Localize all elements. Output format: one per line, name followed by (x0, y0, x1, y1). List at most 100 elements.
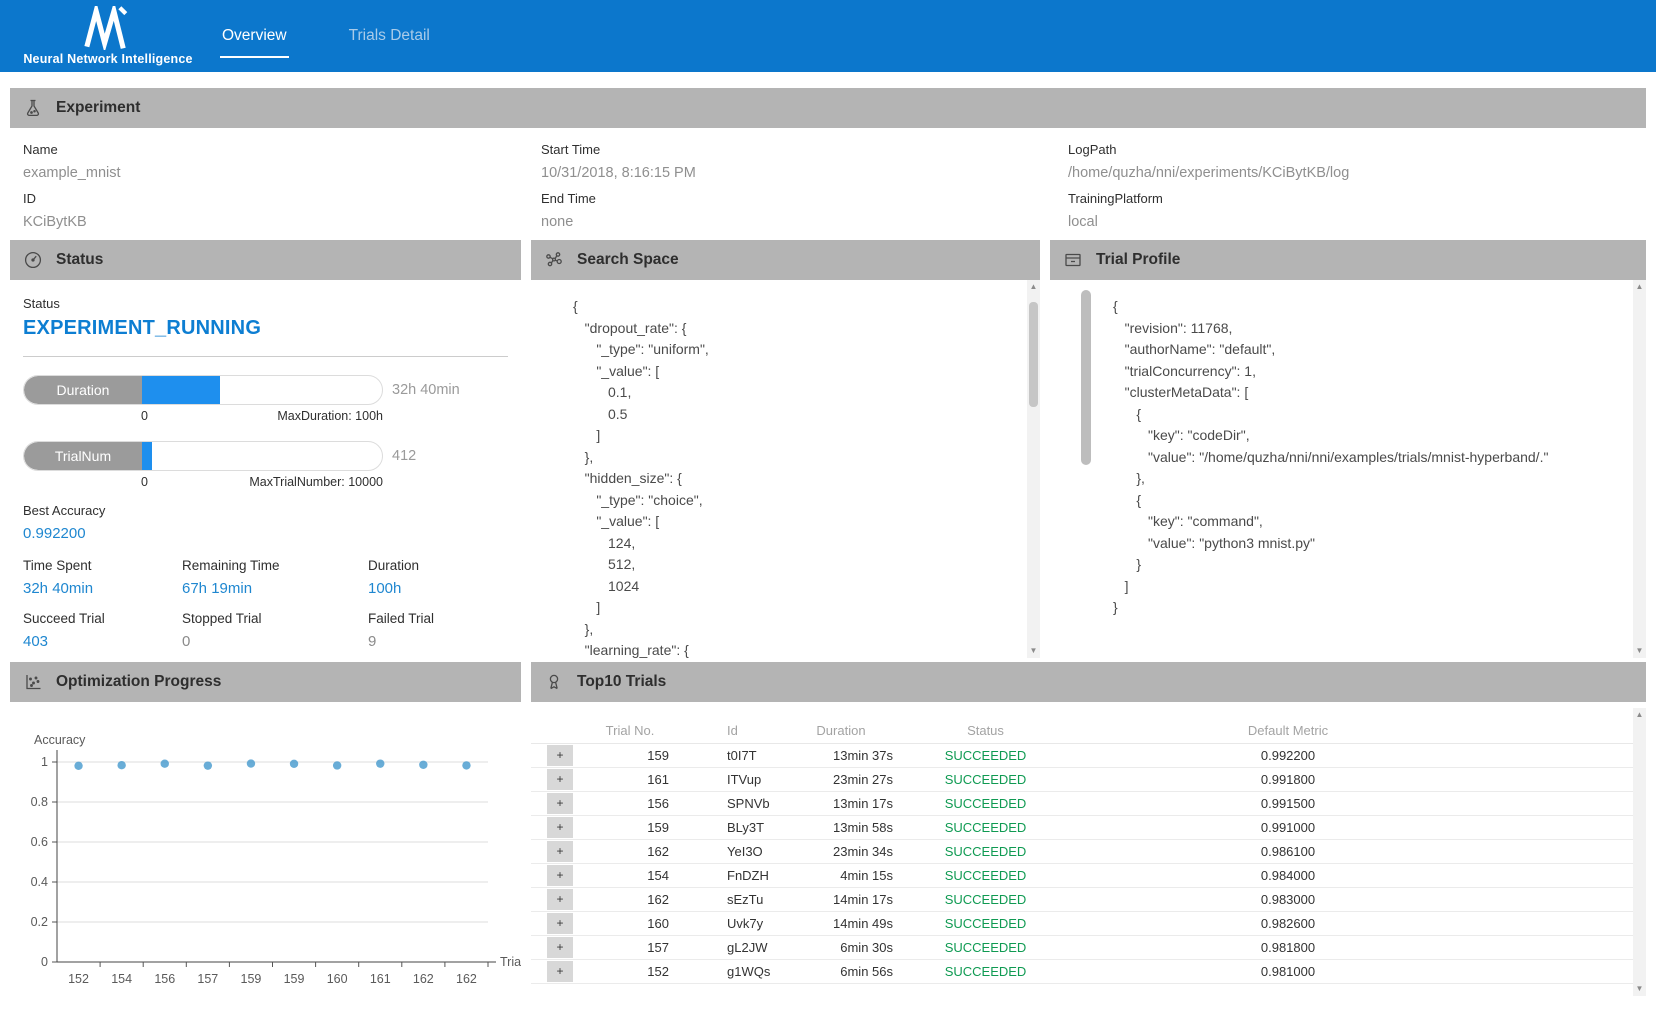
start-time-value: 10/31/2018, 8:16:15 PM (541, 165, 1068, 181)
cell-default-metric: 0.986100 (1078, 844, 1498, 859)
search-space-scroll-thumb[interactable] (1029, 302, 1038, 407)
svg-text:162: 162 (456, 972, 477, 986)
brand-subtitle: Neural Network Intelligence (23, 52, 192, 66)
expander-cell: + (531, 817, 591, 838)
top-nav: Neural Network Intelligence Overview Tri… (0, 0, 1656, 72)
archive-box-icon (1063, 250, 1083, 270)
tab-overview[interactable]: Overview (220, 23, 289, 49)
cell-status: SUCCEEDED (893, 964, 1078, 979)
svg-text:Accuracy: Accuracy (34, 733, 86, 747)
scroll-down-icon[interactable]: ▼ (1636, 985, 1644, 993)
cell-trial-no: 162 (591, 892, 669, 907)
cell-status: SUCCEEDED (893, 748, 1078, 763)
cell-status: SUCCEEDED (893, 868, 1078, 883)
svg-text:Trial: Trial (500, 955, 521, 969)
search-space-panel: Search Space { "dropout_rate": { "_type"… (531, 240, 1040, 658)
status-metric-label: Succeed Trial (23, 611, 182, 626)
expand-row-button[interactable]: + (547, 937, 573, 958)
top10-trials-body: Trial No. Id Duration Status Default Met… (531, 702, 1646, 1016)
cell-default-metric: 0.991800 (1078, 772, 1498, 787)
expand-row-button[interactable]: + (547, 961, 573, 982)
status-metric-label: Stopped Trial (182, 611, 368, 626)
scroll-down-icon[interactable]: ▼ (1636, 647, 1644, 655)
scroll-down-icon[interactable]: ▼ (1030, 647, 1038, 655)
optimization-chart: Accuracy00.20.40.60.81152154156157159159… (10, 702, 521, 1016)
col-duration: Duration (789, 723, 893, 738)
nni-logo-icon (72, 6, 144, 50)
expand-row-button[interactable]: + (547, 769, 573, 790)
cell-trial-no: 154 (591, 868, 669, 883)
trial-profile-body: { "revision": 11768, "authorName": "defa… (1050, 280, 1646, 658)
expand-row-button[interactable]: + (547, 793, 573, 814)
status-panel: Status Status EXPERIMENT_RUNNING Duratio… (10, 240, 521, 658)
max-trialnum-label: MaxTrialNumber: 10000 (249, 475, 383, 489)
max-duration-label: MaxDuration: 100h (277, 409, 383, 423)
search-space-body: { "dropout_rate": { "_type": "uniform", … (531, 280, 1040, 658)
nni-logo: Neural Network Intelligence (26, 6, 190, 66)
expander-cell: + (531, 865, 591, 886)
trial-profile-scrollbar[interactable]: ▲ ▼ (1633, 280, 1646, 658)
optimization-progress-header: Optimization Progress (10, 662, 521, 702)
expand-row-button[interactable]: + (547, 913, 573, 934)
cell-default-metric: 0.983000 (1078, 892, 1498, 907)
cell-duration: 14min 17s (789, 892, 893, 907)
scroll-up-icon[interactable]: ▲ (1636, 283, 1644, 291)
cell-id: BLy3T (669, 820, 789, 835)
status-metric-value: 100h (368, 580, 508, 597)
cell-trial-no: 160 (591, 916, 669, 931)
table-row: +159t0I7T13min 37sSUCCEEDED0.992200 (531, 744, 1646, 768)
name-value: example_mnist (23, 165, 541, 181)
svg-text:154: 154 (111, 972, 132, 986)
cell-default-metric: 0.982600 (1078, 916, 1498, 931)
expand-row-button[interactable]: + (547, 841, 573, 862)
status-metric: Stopped Trial0 (182, 611, 368, 650)
tab-trials-detail[interactable]: Trials Detail (347, 23, 432, 49)
expander-cell: + (531, 937, 591, 958)
cell-default-metric: 0.991000 (1078, 820, 1498, 835)
cell-id: sEzTu (669, 892, 789, 907)
expand-row-button[interactable]: + (547, 817, 573, 838)
cell-status: SUCCEEDED (893, 820, 1078, 835)
duration-progress-fill (142, 376, 220, 404)
cell-status: SUCCEEDED (893, 892, 1078, 907)
cell-status: SUCCEEDED (893, 940, 1078, 955)
cell-default-metric: 0.981000 (1078, 964, 1498, 979)
top10-scrollbar[interactable]: ▲ ▼ (1633, 708, 1646, 996)
status-metric: Remaining Time67h 19min (182, 558, 368, 597)
trial-profile-scroll-thumb[interactable] (1081, 290, 1091, 465)
scroll-up-icon[interactable]: ▲ (1030, 283, 1038, 291)
id-label: ID (23, 191, 541, 206)
experiment-section: Experiment Name example_mnist ID KCiBytK… (0, 88, 1656, 240)
svg-text:156: 156 (154, 972, 175, 986)
svg-text:161: 161 (370, 972, 391, 986)
trialnum-bar-label: TrialNum (24, 442, 142, 470)
scroll-up-icon[interactable]: ▲ (1636, 711, 1644, 719)
svg-text:152: 152 (68, 972, 89, 986)
svg-text:157: 157 (197, 972, 218, 986)
end-time-value: none (541, 214, 1068, 230)
cell-trial-no: 156 (591, 796, 669, 811)
experiment-title: Experiment (56, 99, 140, 117)
svg-text:159: 159 (241, 972, 262, 986)
cell-duration: 6min 56s (789, 964, 893, 979)
expand-row-button[interactable]: + (547, 745, 573, 766)
cell-id: Uvk7y (669, 916, 789, 931)
svg-text:0: 0 (41, 955, 48, 969)
trialnum-min: 0 (141, 475, 148, 489)
cell-status: SUCCEEDED (893, 844, 1078, 859)
expand-row-button[interactable]: + (547, 889, 573, 910)
cell-id: t0I7T (669, 748, 789, 763)
status-metric-label: Remaining Time (182, 558, 368, 573)
svg-text:0.2: 0.2 (31, 915, 48, 929)
expander-cell: + (531, 793, 591, 814)
top10-trials-title: Top10 Trials (577, 673, 666, 691)
expander-cell: + (531, 745, 591, 766)
trial-profile-panel: Trial Profile { "revision": 11768, "auth… (1050, 240, 1646, 658)
svg-text:162: 162 (413, 972, 434, 986)
table-rows: +159t0I7T13min 37sSUCCEEDED0.992200+161I… (531, 744, 1646, 984)
svg-text:0.8: 0.8 (31, 795, 48, 809)
top10-trials-panel: Top10 Trials Trial No. Id Duration Statu… (531, 662, 1646, 1016)
table-row: +160Uvk7y14min 49sSUCCEEDED0.982600 (531, 912, 1646, 936)
cell-default-metric: 0.981800 (1078, 940, 1498, 955)
expand-row-button[interactable]: + (547, 865, 573, 886)
